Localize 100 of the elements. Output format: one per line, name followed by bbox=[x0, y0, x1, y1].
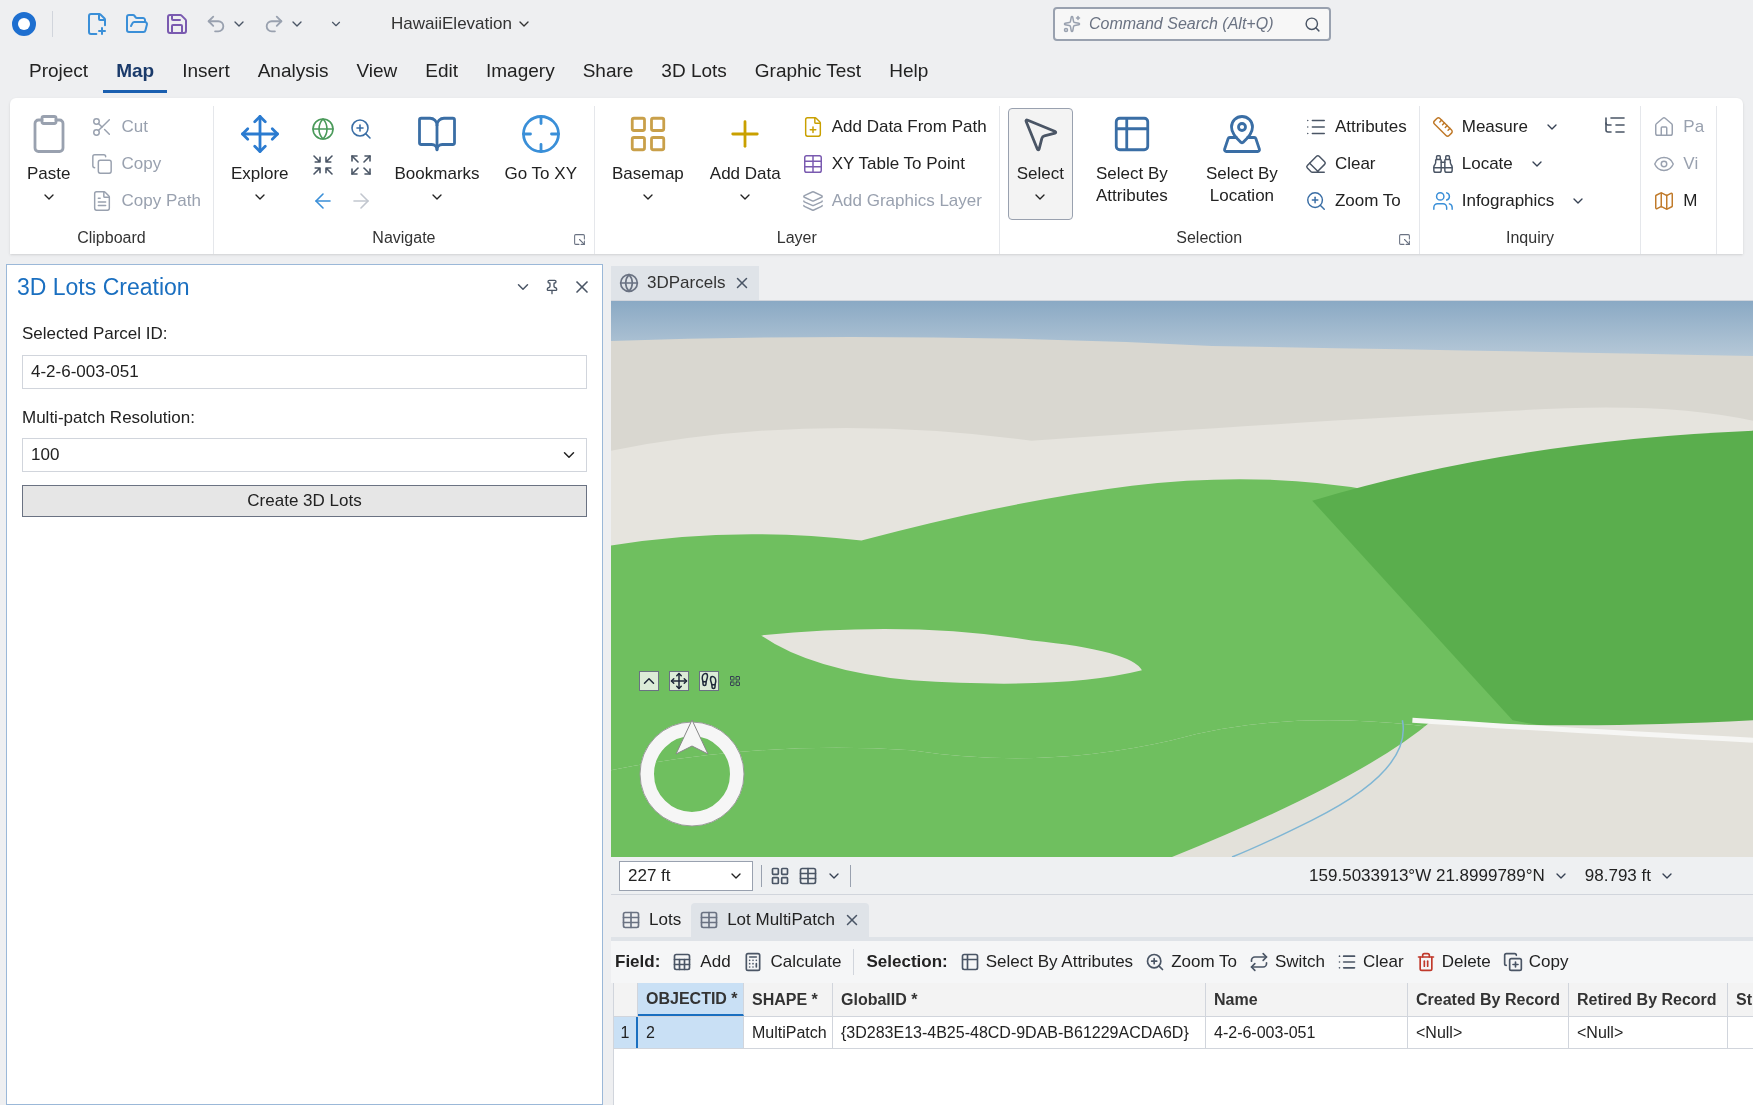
toolbar-button[interactable]: Zoom To bbox=[1145, 949, 1237, 975]
pan-icon[interactable] bbox=[669, 671, 689, 691]
ribbon-button[interactable]: Locate bbox=[1427, 145, 1591, 182]
ribbon-button[interactable]: Paste bbox=[18, 108, 80, 220]
ribbon-button[interactable]: Add Data From Path bbox=[797, 108, 991, 145]
ribbon-button[interactable]: Measure bbox=[1427, 108, 1591, 145]
column-header[interactable]: GlobalID * bbox=[833, 983, 1206, 1016]
column-header[interactable]: OBJECTID * bbox=[638, 983, 744, 1016]
table-tab[interactable]: Lot MultiPatch bbox=[691, 903, 869, 937]
column-header[interactable]: Created By Record bbox=[1408, 983, 1569, 1016]
column-header[interactable]: St bbox=[1728, 983, 1753, 1016]
menu-tab[interactable]: Graphic Test bbox=[741, 53, 875, 93]
toolbar-button[interactable]: Delete bbox=[1415, 949, 1491, 975]
map-icon bbox=[1653, 189, 1676, 212]
menu-tab[interactable]: Insert bbox=[169, 53, 243, 93]
ruler-icon bbox=[1431, 115, 1454, 138]
select-location-icon bbox=[1220, 113, 1263, 155]
coordinates-readout: 159.5033913°W 21.8999789°N bbox=[1309, 864, 1545, 887]
group-label: Navigate bbox=[372, 228, 436, 248]
dialog-launcher-icon[interactable] bbox=[1397, 233, 1411, 246]
elevation-readout: 98.793 ft bbox=[1584, 864, 1651, 887]
menu-tab[interactable]: Edit bbox=[412, 53, 471, 93]
table-row[interactable]: 1 2 MultiPatch {3D283E13-4B25-48CD-9DAB-B61229ACDA6D} 4-2-6-003-051 <Null> <Null> bbox=[614, 1017, 1753, 1049]
group-label: Clipboard bbox=[77, 228, 146, 248]
table-tab[interactable]: Lots bbox=[613, 903, 690, 937]
infographics-icon bbox=[1431, 189, 1454, 212]
table-icon bbox=[699, 910, 720, 930]
tilt-up-icon[interactable] bbox=[639, 671, 659, 691]
ribbon-button[interactable]: Zoom To bbox=[1300, 182, 1411, 219]
xy-table-icon bbox=[801, 152, 824, 175]
resolution-dropdown[interactable]: 100 bbox=[22, 438, 587, 472]
copy-icon bbox=[91, 152, 114, 175]
zoom-to-icon bbox=[1304, 189, 1327, 212]
toolbar-button[interactable]: Copy bbox=[1502, 949, 1569, 975]
ribbon-button[interactable]: Basemap bbox=[602, 108, 693, 220]
table-cell: 2 bbox=[638, 1017, 744, 1048]
group-label: Inquiry bbox=[1506, 228, 1555, 248]
ribbon-button[interactable]: Infographics bbox=[1427, 182, 1591, 219]
column-header[interactable]: Name bbox=[1206, 983, 1408, 1016]
menu-tab[interactable]: Map bbox=[103, 53, 168, 93]
dialog-launcher-icon[interactable] bbox=[572, 233, 586, 246]
create-3d-lots-button[interactable]: Create 3D Lots bbox=[22, 485, 587, 517]
scale-dropdown[interactable]: 227 ft bbox=[619, 860, 753, 891]
graphics-layer-icon bbox=[801, 189, 824, 212]
open-folder-icon[interactable] bbox=[125, 12, 149, 36]
toolbar-button[interactable]: Clear bbox=[1337, 949, 1404, 975]
project-name-button[interactable]: HawaiiElevation bbox=[391, 11, 532, 37]
new-project-icon[interactable] bbox=[85, 12, 109, 36]
sparkle-icon bbox=[1062, 15, 1081, 33]
table-icon bbox=[621, 910, 641, 930]
toolbar-button[interactable]: Switch bbox=[1248, 949, 1326, 975]
column-header[interactable]: Retired By Record bbox=[1569, 983, 1728, 1016]
ribbon-button[interactable]: M bbox=[1649, 182, 1709, 219]
command-search-field[interactable]: Command Search (Alt+Q) bbox=[1052, 7, 1331, 41]
select-table-icon bbox=[959, 952, 980, 972]
save-icon[interactable] bbox=[165, 12, 189, 36]
globe-icon bbox=[619, 273, 639, 293]
ribbon-button[interactable]: Clear bbox=[1300, 145, 1411, 182]
search-input[interactable]: Command Search (Alt+Q) bbox=[1088, 12, 1296, 36]
grid-icon[interactable] bbox=[729, 675, 741, 687]
toolbar-button[interactable]: Calculate bbox=[742, 949, 842, 975]
field-label: Selected Parcel ID: bbox=[22, 323, 169, 345]
menu-tab[interactable]: Imagery bbox=[473, 53, 568, 93]
table-cell: <Null> bbox=[1569, 1017, 1728, 1048]
clear-icon bbox=[1304, 152, 1327, 175]
menu-tab[interactable]: 3D Lots bbox=[648, 53, 740, 93]
ribbon-button[interactable]: Select By Location bbox=[1190, 108, 1293, 220]
menu-tab[interactable]: Share bbox=[569, 53, 647, 93]
map-view-tab[interactable]: 3DParcels bbox=[611, 266, 760, 300]
menu-tab[interactable]: Project bbox=[16, 53, 102, 93]
grid-add-icon[interactable] bbox=[770, 865, 790, 886]
pin-icon[interactable] bbox=[544, 279, 560, 295]
crosshair-icon bbox=[519, 113, 562, 155]
ribbon-button[interactable]: Select By Attributes bbox=[1080, 108, 1183, 220]
switch-icon bbox=[1248, 952, 1269, 972]
menu-tab[interactable]: Analysis bbox=[244, 53, 342, 93]
delete-icon bbox=[1415, 952, 1436, 972]
table-cell: {3D283E13-4B25-48CD-9DAB-B61229ACDA6D} bbox=[833, 1017, 1206, 1048]
ribbon-button[interactable]: Explore bbox=[221, 108, 298, 220]
group-label: Layer bbox=[776, 228, 817, 248]
column-header[interactable]: SHAPE * bbox=[744, 983, 833, 1016]
menu-tab[interactable]: Help bbox=[876, 53, 942, 93]
ribbon-button[interactable]: Select bbox=[1007, 108, 1073, 220]
zoom-to-icon bbox=[1145, 952, 1166, 972]
explore-icon bbox=[238, 113, 281, 155]
parcel-id-field[interactable]: 4-2-6-003-051 bbox=[22, 354, 587, 389]
ribbon-button[interactable]: Bookmarks bbox=[385, 108, 488, 220]
search-icon bbox=[1303, 15, 1321, 33]
ribbon-button[interactable]: XY Table To Point bbox=[797, 145, 991, 182]
table-icon[interactable] bbox=[798, 865, 818, 886]
table-cell: 4-2-6-003-051 bbox=[1206, 1017, 1408, 1048]
field-label: Multi-patch Resolution: bbox=[22, 406, 196, 429]
ribbon-button[interactable]: Attributes bbox=[1300, 108, 1411, 145]
ribbon-button[interactable]: Go To XY bbox=[495, 108, 586, 220]
ribbon-button[interactable]: Add Data bbox=[700, 108, 790, 220]
walk-icon[interactable] bbox=[699, 671, 719, 691]
toolbar-button[interactable]: Select By Attributes bbox=[959, 949, 1134, 975]
menu-tab[interactable]: View bbox=[343, 53, 411, 93]
toolbar-button[interactable]: Add bbox=[672, 949, 731, 975]
binoculars-icon bbox=[1431, 152, 1454, 175]
